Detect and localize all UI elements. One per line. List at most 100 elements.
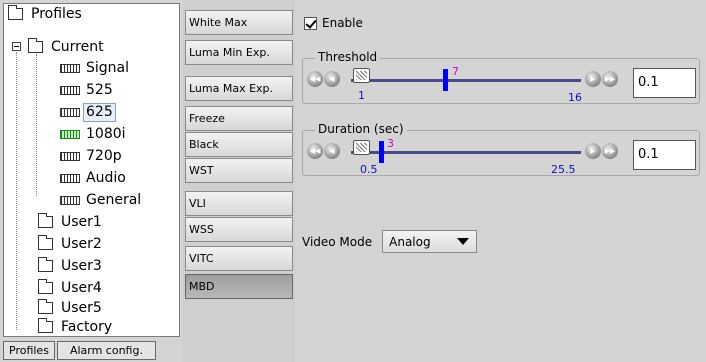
threshold-marker-value: 7 [452, 65, 459, 78]
tree-item-user4[interactable]: User4 [38, 278, 104, 298]
category-white-max[interactable]: White Max [185, 10, 293, 35]
fast-back-button[interactable]: ◀◀ [307, 143, 323, 159]
tree-guide-line [16, 52, 17, 330]
threshold-slider-track[interactable] [351, 79, 581, 82]
video-mode-select[interactable]: Analog [382, 230, 478, 253]
category-freeze[interactable]: Freeze [185, 106, 293, 131]
duration-marker [379, 141, 384, 163]
duration-group: Duration (sec) ◀◀ ◀ 3 0.5 25.5 ▶ ▶▶ 0.1 [302, 122, 700, 176]
tree-item-label: Factory [61, 318, 113, 335]
tree-item-525[interactable]: 525 [60, 80, 115, 100]
forward-button[interactable]: ▶ [585, 143, 601, 159]
duration-slider-thumb[interactable] [353, 140, 370, 155]
chevron-down-icon [457, 238, 470, 245]
forward-icon: ▶ [590, 75, 596, 83]
tree-item-factory[interactable]: Factory [38, 317, 114, 337]
bottom-tab-bar: Profiles Alarm config. [3, 341, 158, 360]
category-wst[interactable]: WST [185, 158, 293, 183]
tree-item-audio[interactable]: Audio [60, 168, 128, 188]
back-icon: ◀ [329, 75, 335, 83]
tree-item-label: 525 [86, 81, 113, 98]
module-icon [60, 63, 80, 73]
category-mbd[interactable]: MBD [185, 274, 293, 299]
category-luma-max-exp[interactable]: Luma Max Exp. [185, 76, 293, 101]
tree-item-label: User1 [61, 213, 102, 230]
tree-item-signal[interactable]: Signal [60, 58, 131, 78]
tree-item-label: User2 [61, 235, 102, 252]
fast-forward-button[interactable]: ▶▶ [602, 143, 618, 159]
profile-tree: Profiles Current Signal 525 625 1080i 72… [3, 3, 180, 337]
duration-max-label: 25.5 [551, 163, 576, 176]
module-active-icon [60, 129, 80, 139]
tree-item-label: User3 [61, 257, 102, 274]
fast-forward-button[interactable]: ▶▶ [602, 71, 618, 87]
duration-min-label: 0.5 [360, 163, 378, 176]
enable-row: Enable [304, 16, 363, 30]
tree-item-user3[interactable]: User3 [38, 256, 104, 276]
module-icon [60, 85, 80, 95]
video-mode-row: Video Mode Analog [302, 230, 478, 253]
back-button[interactable]: ◀ [324, 71, 340, 87]
module-icon [60, 173, 80, 183]
duration-value-input[interactable]: 0.1 [633, 140, 696, 170]
threshold-marker [443, 69, 448, 91]
settings-panel: Enable Threshold ◀◀ ◀ 7 1 16 ▶ ▶▶ 0.1 Du… [296, 0, 706, 362]
enable-label: Enable [322, 16, 363, 30]
tree-guide-line [36, 54, 37, 196]
collapse-toggle[interactable] [12, 42, 21, 51]
fast-back-button[interactable]: ◀◀ [307, 71, 323, 87]
category-vitc[interactable]: VITC [185, 246, 293, 271]
video-mode-value: Analog [389, 234, 431, 249]
back-button[interactable]: ◀ [324, 143, 340, 159]
tab-alarm-config[interactable]: Alarm config. [56, 341, 156, 360]
duration-slider-track[interactable] [351, 151, 581, 154]
threshold-min-label: 1 [358, 89, 365, 102]
tree-item-profiles[interactable]: Profiles [8, 4, 84, 24]
tree-item-label: 1080i [86, 125, 126, 142]
duration-title: Duration (sec) [315, 122, 407, 136]
fast-forward-icon: ▶▶ [604, 147, 616, 155]
category-list: White Max Luma Min Exp. Luma Max Exp. Fr… [182, 0, 295, 362]
tree-item-label: User4 [61, 279, 102, 296]
tree-item-1080i[interactable]: 1080i [60, 124, 128, 144]
tree-item-label: User5 [61, 299, 102, 316]
category-luma-min-exp[interactable]: Luma Min Exp. [185, 40, 293, 65]
module-icon [60, 195, 80, 205]
tree-item-label: Signal [86, 59, 130, 76]
fast-back-icon: ◀◀ [309, 147, 321, 155]
tree-item-label: 720p [86, 147, 122, 164]
tree-item-current[interactable]: Current [28, 37, 106, 57]
tree-item-label: General [86, 191, 142, 208]
folder-icon [8, 5, 23, 20]
threshold-group: Threshold ◀◀ ◀ 7 1 16 ▶ ▶▶ 0.1 [302, 50, 700, 104]
folder-icon [38, 318, 53, 333]
tree-item-general[interactable]: General [60, 190, 143, 210]
tree-item-625[interactable]: 625 [60, 102, 116, 122]
folder-icon [38, 299, 53, 314]
threshold-title: Threshold [315, 50, 381, 64]
tree-item-label: Current [51, 38, 104, 55]
folder-icon [38, 213, 53, 228]
tree-item-label: Profiles [31, 5, 82, 22]
category-vli[interactable]: VLI [185, 191, 293, 216]
tree-item-label: 625 [83, 102, 116, 122]
tab-profiles[interactable]: Profiles [3, 341, 55, 360]
folder-icon [38, 279, 53, 294]
threshold-slider-thumb[interactable] [353, 68, 370, 83]
tree-item-720p[interactable]: 720p [60, 146, 124, 166]
module-icon [60, 107, 80, 117]
tree-item-user2[interactable]: User2 [38, 234, 104, 254]
category-wss[interactable]: WSS [185, 217, 293, 242]
fast-back-icon: ◀◀ [309, 75, 321, 83]
enable-checkbox[interactable] [304, 16, 317, 30]
threshold-value-input[interactable]: 0.1 [633, 68, 696, 98]
tree-item-label: Audio [86, 169, 126, 186]
forward-icon: ▶ [590, 147, 596, 155]
category-black[interactable]: Black [185, 132, 293, 157]
tree-item-user1[interactable]: User1 [38, 212, 104, 232]
tree-item-user5[interactable]: User5 [38, 298, 104, 318]
forward-button[interactable]: ▶ [585, 71, 601, 87]
folder-icon [38, 235, 53, 250]
threshold-max-label: 16 [568, 91, 582, 104]
module-icon [60, 151, 80, 161]
